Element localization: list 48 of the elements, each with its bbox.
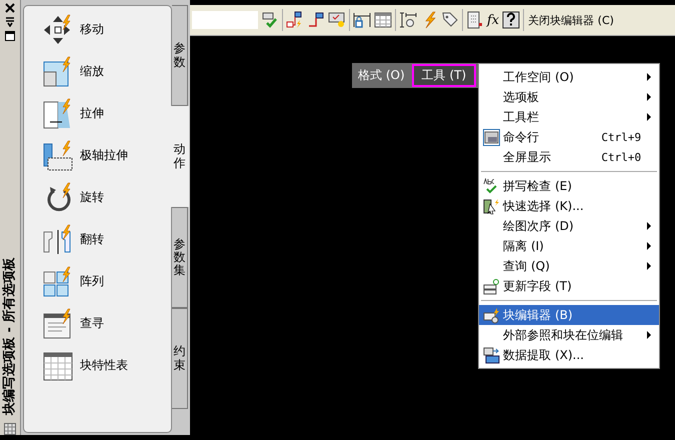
menu-item[interactable]: 命令行 Ctrl+9 (479, 127, 660, 147)
menu-item[interactable]: 工作空间 (O) (479, 67, 660, 87)
menu-item[interactable]: 外部参照和块在位编辑 (479, 325, 660, 345)
menu-item-label: 工具栏 (503, 108, 540, 126)
tool-label[interactable]: 阵列 (80, 273, 104, 290)
menu-item[interactable]: 隔离 (I) (479, 236, 660, 256)
function-button[interactable]: fx (487, 12, 500, 28)
tool-label[interactable]: 旋转 (80, 189, 104, 206)
menu-item[interactable]: 工具栏 (479, 107, 660, 127)
palette-title: 块编写选项板 - 所有选项板 (2, 258, 18, 415)
menu-item-label: 外部参照和块在位编辑 (503, 326, 624, 344)
menu-item-label: 工作空间 (O) (503, 68, 575, 86)
menu-item-label: 查询 (Q) (503, 258, 551, 274)
tool-label[interactable]: 移动 (80, 21, 104, 38)
palette-tab[interactable]: 约束 (172, 308, 188, 409)
menu-item[interactable]: 拼写检查 (E) (479, 176, 660, 196)
tool-label[interactable]: 缩放 (80, 63, 104, 80)
menu-item-label: 快速选择 (K)... (503, 198, 585, 214)
menu-item[interactable]: 查询 (Q) (479, 256, 660, 276)
menu-item-label: 隔离 (I) (503, 238, 545, 254)
menu-item-label: 更新字段 (T) (503, 278, 573, 294)
menu-item[interactable]: 全屏显示 Ctrl+0 (479, 147, 660, 167)
menu-item-label: 全屏显示 (503, 148, 552, 166)
menu-bar-item[interactable]: 格式 (O) (354, 65, 409, 86)
tool-label[interactable]: 翻转 (80, 231, 104, 248)
shortcut-label: Ctrl+0 (601, 150, 642, 164)
palette-tab[interactable]: 参数 (172, 5, 188, 106)
tool-label[interactable]: 块特性表 (80, 357, 128, 374)
menu-item-label: 命令行 (503, 128, 540, 146)
menu-item[interactable]: 绘图次序 (D) (479, 216, 660, 236)
tool-label[interactable]: 拉伸 (80, 105, 104, 122)
menu-item-label: 绘图次序 (D) (503, 218, 575, 234)
menu-item-label: 数据提取 (X)... (503, 346, 585, 364)
menu-item[interactable]: 选项板 (479, 87, 660, 107)
menu-item-label: 选项板 (503, 88, 540, 106)
menu-item[interactable]: 更新字段 (T) (479, 276, 660, 296)
menu-bar-item[interactable]: 工具 (T) (412, 64, 476, 87)
menu-item[interactable]: 数据提取 (X)... (479, 345, 660, 365)
menu-item[interactable]: 块编辑器 (B) (479, 305, 660, 325)
tool-label[interactable]: 极轴拉伸 (80, 147, 128, 164)
menu-item-label: 拼写检查 (E) (503, 178, 573, 194)
menu-item-label: 块编辑器 (B) (503, 306, 574, 324)
shortcut-label: Ctrl+9 (601, 130, 642, 144)
palette-tab[interactable]: 参数集 (172, 207, 188, 308)
palette-tab[interactable]: 动作 (171, 106, 190, 207)
close-block-editor-button[interactable]: 关闭块编辑器 (C) (527, 12, 615, 28)
menu-item[interactable]: 快速选择 (K)... (479, 196, 660, 216)
tool-label[interactable]: 查寻 (80, 315, 104, 332)
